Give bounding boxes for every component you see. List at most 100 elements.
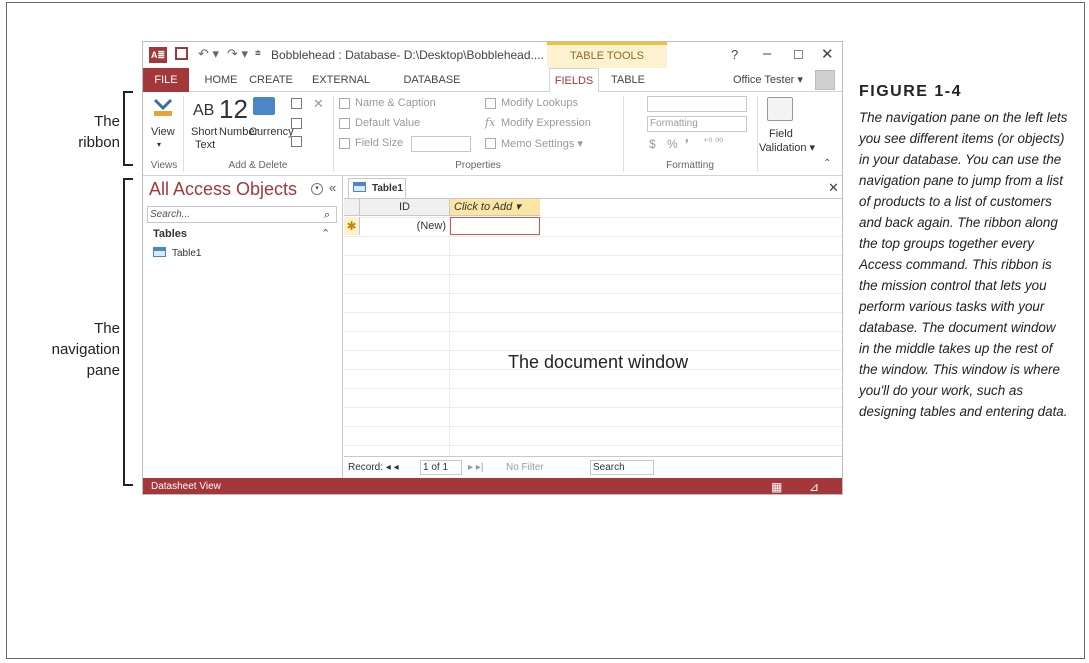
access-logo-icon: A≣ [149,47,167,63]
modify-expression-button[interactable]: Modify Expression [501,117,591,129]
group-label-properties: Properties [455,160,501,171]
date-time-icon[interactable] [291,98,302,109]
nav-item-label: Table1 [172,248,202,259]
collapse-ribbon-icon[interactable]: ⌃ [823,158,831,169]
number-icon[interactable]: 12 [219,94,248,125]
help-button[interactable]: ? [731,47,738,62]
record-label[interactable]: Record: ◂ ◂ [348,462,399,473]
datasheet-view-icon[interactable]: ▦ [771,480,782,494]
modify-lookups-icon [485,98,496,109]
navigation-pane: All Access Objects ▾ « Search... ⌕ Table… [143,176,343,478]
name-caption-icon [339,98,350,109]
field-validation-dropdown[interactable]: Validation ▾ [759,141,815,154]
maximize-button[interactable]: ☐ [793,48,804,62]
memo-settings-button[interactable]: Memo Settings ▾ [501,137,583,150]
tab-create[interactable]: CREATE [247,68,295,92]
group-label-add-delete: Add & Delete [228,160,288,171]
select-all-cell[interactable] [344,199,360,216]
currency-icon[interactable] [253,97,275,115]
nav-pane-title[interactable]: All Access Objects [149,179,297,200]
expression-icon: fx [485,116,496,129]
document-window: Table1 ✕ ID Click to Add ▾ ✱ (New) The d… [344,176,842,478]
name-caption-button[interactable]: Name & Caption [355,97,436,109]
column-header-click-to-add[interactable]: Click to Add ▾ [450,199,540,216]
record-navigation-bar: Record: ◂ ◂ 1 of 1 ▸ ▸| No Filter Search [344,456,842,478]
status-text: Datasheet View [151,481,221,492]
short-text-label-2[interactable]: Text [195,139,215,151]
close-document-button[interactable]: ✕ [828,180,839,196]
tab-file[interactable]: FILE [143,68,189,92]
tab-table[interactable]: TABLE [605,68,651,92]
memo-settings-icon [485,138,496,149]
save-icon[interactable] [175,47,188,60]
table-icon [153,247,166,257]
format-dropdown[interactable]: Formatting [647,116,747,132]
close-button[interactable]: ✕ [821,45,834,63]
cell-id-new[interactable]: (New) [360,217,450,235]
field-validation-label[interactable]: Field [769,128,793,140]
group-collapse-icon[interactable]: ⌃ [321,227,330,240]
modify-lookups-button[interactable]: Modify Lookups [501,97,578,109]
currency-button[interactable]: Currency [249,126,294,138]
cell-active[interactable] [450,217,540,235]
caption-text: The navigation pane on the left lets you… [859,110,1068,419]
doc-tab-label: Table1 [372,183,403,194]
ribbon-bracket [123,91,133,166]
nav-search-input[interactable]: Search... ⌕ [147,206,337,223]
access-window: A≣ ↶ ▾ ↷ ▾ ⩧ Bobblehead : Database- D:\D… [142,41,843,495]
nav-item-table1[interactable]: Table1 [153,247,201,259]
more-fields-icon[interactable] [291,136,302,147]
field-size-icon [339,138,350,149]
tab-database-tools[interactable]: DATABASE TOOLS [387,68,477,110]
view-icon[interactable] [153,98,175,118]
yes-no-checkbox-icon[interactable] [291,118,302,129]
default-value-button[interactable]: Default Value [355,117,420,129]
tab-table1[interactable]: Table1 [348,178,406,198]
figure-caption: FIGURE 1-4 The navigation pane on the le… [859,83,1069,422]
collapse-pane-icon[interactable]: « [329,180,336,195]
avatar[interactable] [815,70,835,90]
search-icon[interactable]: ⌕ [324,208,330,223]
chevron-down-icon[interactable]: ▾ [311,183,323,195]
customize-toolbar-icon[interactable]: ⩧ [255,48,261,66]
tab-fields[interactable]: FIELDS [549,68,599,93]
title-bar: A≣ ↶ ▾ ↷ ▾ ⩧ Bobblehead : Database- D:\D… [143,42,842,68]
no-filter-button[interactable]: No Filter [506,462,544,473]
short-text-label[interactable]: Short [191,126,217,138]
table-icon [353,182,366,192]
group-label-formatting: Formatting [666,160,714,171]
default-value-icon [339,118,350,129]
decimal-buttons[interactable]: ⁺⁰ ⁰⁰ [703,137,723,148]
tab-home[interactable]: HOME [201,68,241,92]
percent-format-button[interactable]: % [667,137,678,151]
data-type-dropdown[interactable] [647,96,747,112]
record-search-input[interactable]: Search [590,460,654,475]
caption-title: FIGURE 1-4 [859,83,963,100]
field-size-input[interactable] [411,136,471,152]
column-header-id[interactable]: ID [360,199,450,216]
delete-field-icon[interactable]: ✕ [313,96,324,112]
datasheet-grid[interactable]: ID Click to Add ▾ ✱ (New) [344,198,842,456]
nav-bracket [123,178,133,486]
tab-external-data[interactable]: EXTERNAL DATA [303,68,379,110]
comma-format-button[interactable]: ❜ [685,137,689,151]
nav-annotation: The navigation pane [51,320,120,379]
design-view-icon[interactable]: ⊿ [809,480,819,494]
record-number-input[interactable]: 1 of 1 [420,460,462,475]
undo-icon[interactable]: ↶ ▾ [198,46,219,64]
user-name[interactable]: Office Tester ▾ [733,73,803,86]
view-dropdown-icon[interactable]: ▾ [157,140,161,149]
redo-icon[interactable]: ↷ ▾ [227,46,248,64]
field-validation-icon[interactable] [767,97,793,121]
minimize-button[interactable]: – [763,45,771,62]
ribbon-tabs: FILE HOME CREATE EXTERNAL DATA DATABASE … [143,68,842,110]
new-record-marker[interactable]: ✱ [344,217,360,235]
nav-search-placeholder: Search... [150,209,191,220]
view-button[interactable]: View [151,126,175,138]
nav-group-tables[interactable]: Tables [153,228,187,240]
currency-format-button[interactable]: $ [649,137,656,151]
group-label-views: Views [150,160,178,171]
short-text-icon[interactable]: AB [193,102,214,120]
record-next-buttons[interactable]: ▸ ▸| [468,462,483,473]
document-window-annotation: The document window [508,352,689,372]
